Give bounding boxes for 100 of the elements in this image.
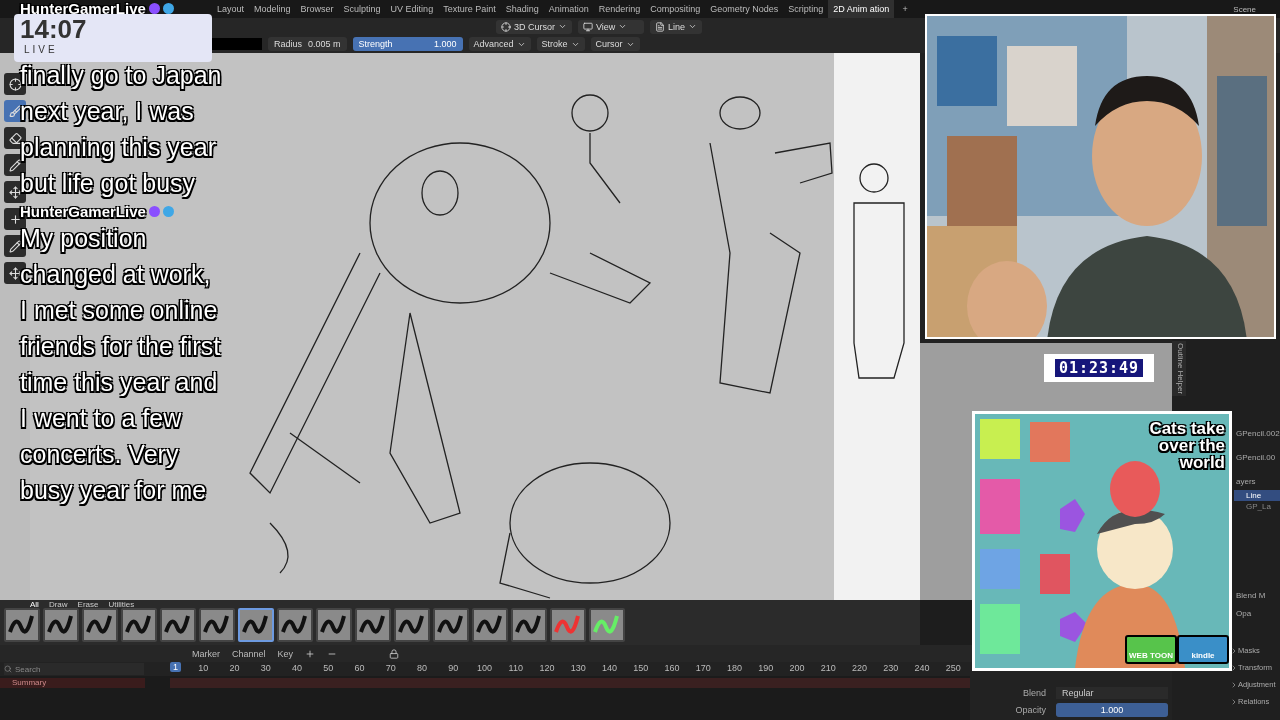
header-dropdown[interactable]: View (578, 19, 644, 34)
workspace-tab[interactable]: Texture Paint (438, 0, 501, 18)
brush-tab[interactable]: Utilities (108, 600, 135, 609)
brush-thumbnail[interactable] (472, 608, 508, 642)
monitor-icon (583, 21, 593, 32)
document-icon (655, 21, 665, 32)
crosshair-icon (8, 77, 22, 91)
brush-thumbnail[interactable] (238, 608, 274, 642)
live-label: LIVE (23, 44, 59, 55)
workspace-tab[interactable]: Rendering (593, 0, 646, 18)
opacity-label: Opacity (1015, 705, 1046, 715)
workspace-tab[interactable]: Compositing (645, 0, 706, 18)
clock-time: 14:07 (20, 14, 88, 44)
timeline-menu[interactable]: Channel (232, 648, 266, 659)
brush-thumbnail[interactable] (316, 608, 352, 642)
side-tab[interactable]: Outline Helper (1172, 341, 1186, 397)
frame-number: 200 (789, 663, 805, 673)
crosshair-icon (501, 21, 511, 32)
frame-number: 250 (945, 663, 961, 673)
layer-item[interactable]: Line (1234, 490, 1280, 501)
workspace-tab[interactable]: 2D Anim ation (828, 0, 895, 18)
scene-label[interactable]: Scene (1233, 4, 1256, 14)
frame-number: 60 (354, 663, 365, 673)
strength-slider[interactable]: Strength 1.000 (352, 37, 463, 51)
frame-number: 50 (323, 663, 334, 673)
add-workspace-button[interactable]: + (902, 4, 908, 14)
frame-number: 40 (292, 663, 302, 673)
brush-thumbnail[interactable] (589, 608, 625, 642)
brush-thumbnail[interactable] (43, 608, 79, 642)
frame-number: 150 (633, 663, 649, 673)
property-label: Blend M (1236, 590, 1266, 602)
frame-number: 110 (508, 663, 523, 673)
frame-number: 220 (852, 663, 867, 673)
frame-number: 120 (539, 663, 555, 673)
workspace-tab[interactable]: Sculpting (338, 0, 386, 18)
header-dropdown[interactable]: Advanced (468, 37, 531, 51)
brush-thumbnail[interactable] (511, 608, 547, 642)
header-dropdown[interactable]: Stroke (536, 37, 585, 51)
radius-field[interactable]: Radius 0.005 m (268, 37, 347, 51)
header-dropdown[interactable]: Cursor (590, 37, 640, 51)
header-dropdown[interactable]: 3D Cursor (496, 19, 572, 34)
brush-thumbnail[interactable] (82, 608, 118, 642)
pencil-icon (8, 158, 22, 172)
brush-thumbnail[interactable] (433, 608, 469, 642)
workspace-tab[interactable]: Modeling (249, 0, 296, 18)
lock-icon[interactable] (389, 648, 400, 659)
frame-number: 180 (727, 663, 742, 673)
search-field[interactable]: Search (4, 663, 144, 675)
blend-dropdown[interactable]: Regular (1056, 687, 1168, 699)
eraser-icon (8, 131, 22, 145)
frame-number: 230 (883, 663, 899, 673)
brush-tab[interactable]: Erase (77, 600, 99, 609)
plus-icon[interactable] (305, 648, 316, 659)
pencil-icon (8, 239, 22, 253)
brush-thumbnail[interactable] (394, 608, 430, 642)
workspace-tab[interactable]: Shading (500, 0, 544, 18)
frame-number: 100 (477, 663, 492, 673)
workspace-tab[interactable]: Animation (543, 0, 594, 18)
workspace-tab[interactable]: Layout (212, 0, 250, 18)
chevron-down-icon (688, 22, 698, 31)
brush-icon (8, 104, 22, 118)
frame-number: 170 (695, 663, 711, 673)
move-icon (8, 266, 22, 280)
store-badge: WEB TOON (1125, 635, 1177, 664)
workspace-tab[interactable]: UV Editing (385, 0, 439, 18)
frame-number: 70 (385, 663, 396, 673)
ad-title: Cats take over the world (1148, 420, 1225, 471)
brush-tab[interactable]: Draw (48, 600, 68, 609)
object-name[interactable]: GPencil.002 (1236, 426, 1280, 442)
frame-number: 190 (758, 663, 774, 673)
search-icon (4, 665, 12, 673)
brush-thumbnail[interactable] (121, 608, 157, 642)
brush-thumbnail[interactable] (550, 608, 586, 642)
brush-thumbnail[interactable] (355, 608, 391, 642)
current-frame-indicator[interactable]: 1 (170, 662, 181, 672)
color-swatch[interactable] (212, 38, 262, 50)
brush-thumbnail[interactable] (277, 608, 313, 642)
brush-tab[interactable]: All (30, 600, 39, 609)
workspace-tab[interactable]: Scripting (783, 0, 829, 18)
object-name[interactable]: GPencil.00 (1236, 450, 1276, 466)
move-icon (8, 185, 22, 199)
brush-thumbnail[interactable] (160, 608, 196, 642)
frame-number: 130 (570, 663, 586, 673)
timeline-menu[interactable]: Marker (192, 648, 220, 659)
store-badge: kindle (1177, 635, 1229, 664)
header-dropdown[interactable]: Line (650, 19, 703, 34)
workspace-tab[interactable]: Geometry Nodes (705, 0, 784, 18)
stream-timer: 01:23:49 (1054, 359, 1144, 377)
layer-item[interactable]: GP_La (1234, 501, 1280, 512)
brush-thumbnail[interactable] (199, 608, 235, 642)
summary-channel[interactable]: Summary (0, 678, 145, 688)
workspace-tab[interactable]: Browser (295, 0, 339, 18)
opacity-slider[interactable]: 1.000 (1056, 703, 1168, 717)
subscriber-badge (148, 206, 160, 217)
blend-label: Blend (1022, 688, 1046, 698)
property-label: Opa (1236, 608, 1252, 620)
timeline-menu[interactable]: Key (277, 648, 294, 659)
brush-thumbnail[interactable] (4, 608, 40, 642)
plus-icon (8, 212, 22, 226)
frame-number: 210 (820, 663, 836, 673)
